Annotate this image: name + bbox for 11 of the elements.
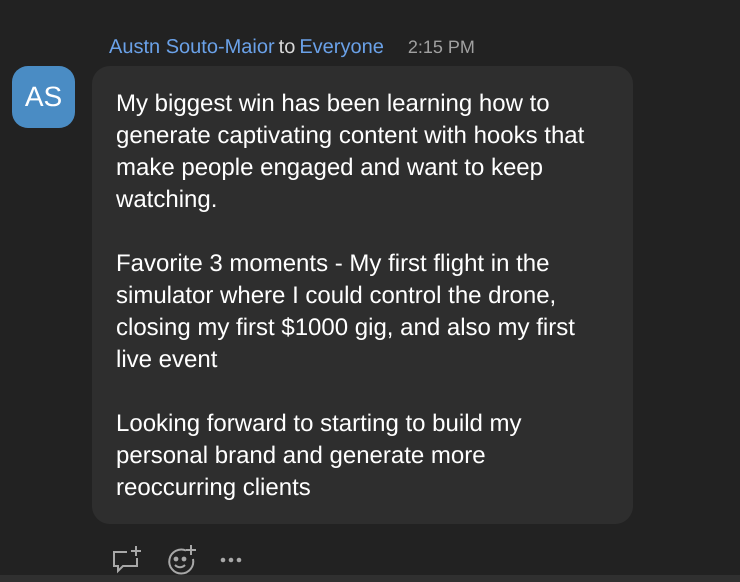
add-reaction-icon[interactable] bbox=[166, 544, 198, 576]
recipient-name[interactable]: Everyone bbox=[299, 34, 384, 60]
reply-icon[interactable] bbox=[110, 544, 144, 576]
message-text: Looking forward to starting to build my personal brand and generate more reoccurring clients bbox=[116, 409, 523, 503]
to-label: to bbox=[278, 35, 296, 60]
sender-name[interactable]: Austn Souto-Maior bbox=[109, 34, 275, 60]
avatar[interactable]: AS bbox=[12, 66, 75, 128]
timestamp: 2:15 PM bbox=[408, 36, 475, 59]
message-text: Favorite 3 moments - My first flight in the simulator where I could control the drone, closing my first $1000 gig, and also my first live event bbox=[116, 249, 576, 375]
message-text: My biggest win has been learning how to generate captivating content with hooks that make people engaged and want to keep watching. bbox=[116, 89, 586, 215]
more-icon[interactable] bbox=[220, 557, 242, 563]
